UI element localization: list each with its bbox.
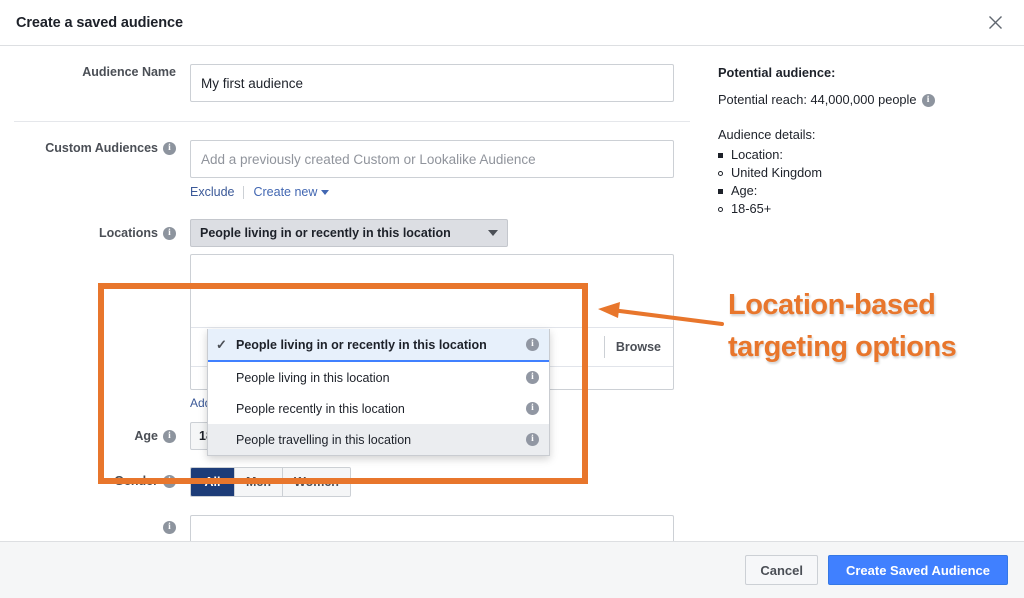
dropdown-option-travelling-in[interactable]: People travelling in this location i: [208, 424, 549, 455]
gender-option-men[interactable]: Men: [235, 468, 283, 496]
dialog-footer: Cancel Create Saved Audience: [0, 541, 1024, 598]
detail-text: United Kingdom: [731, 165, 823, 180]
audience-name-label: Audience Name: [82, 65, 176, 79]
gender-label-text: Gender: [114, 474, 158, 488]
dropdown-option-label: People recently in this location: [236, 401, 405, 416]
potential-audience-summary: Potential audience: Potential reach: 44,…: [718, 64, 1018, 218]
summary-heading: Potential audience:: [718, 65, 836, 80]
dropdown-option-label: People living in or recently in this loc…: [236, 337, 487, 352]
gender-label: Gender i: [0, 467, 190, 489]
locations-label: Locations i: [0, 219, 190, 241]
custom-audiences-input[interactable]: Add a previously created Custom or Looka…: [190, 140, 674, 178]
cancel-button[interactable]: Cancel: [745, 555, 818, 585]
gender-option-women[interactable]: Women: [283, 468, 350, 496]
gender-option-all[interactable]: All: [191, 468, 235, 496]
dropdown-option-living-in[interactable]: People living in this location i: [208, 362, 549, 393]
locations-label-text: Locations: [98, 226, 158, 240]
create-new-link[interactable]: Create new: [253, 185, 330, 199]
age-label: Age i: [0, 422, 190, 444]
audience-name-input[interactable]: My first audience: [190, 64, 674, 102]
audience-name-row: Audience Name My first audience: [0, 64, 704, 102]
link-separator: [243, 185, 245, 199]
dropdown-option-label: People living in this location: [236, 370, 390, 385]
chevron-down-icon: [321, 190, 330, 196]
bullet-circle-icon: [718, 206, 723, 212]
chevron-down-icon: [488, 230, 498, 236]
info-icon[interactable]: i: [163, 521, 176, 534]
dropdown-option-label: People travelling in this location: [236, 432, 412, 447]
page-title: Create a saved audience: [16, 14, 183, 31]
dialog-header: Create a saved audience: [0, 0, 1024, 46]
bullet-square-icon: [718, 152, 723, 158]
next-field-input[interactable]: [190, 515, 674, 541]
annotation-line-2: targeting options: [728, 331, 957, 363]
potential-reach-text: Potential reach: 44,000,000 people: [718, 92, 917, 107]
browse-button[interactable]: Browse: [603, 336, 673, 358]
info-icon[interactable]: i: [921, 93, 935, 107]
close-icon[interactable]: [982, 10, 1008, 36]
dialog-body: Audience Name My first audience Custom A…: [0, 46, 1024, 541]
list-item: United Kingdom: [718, 164, 1018, 182]
info-icon[interactable]: i: [163, 429, 176, 443]
potential-reach: Potential reach: 44,000,000 people i: [718, 91, 1018, 109]
gender-row: Gender i All Men Women: [0, 467, 704, 497]
detail-text: 18-65+: [731, 201, 772, 216]
list-item: Age:: [718, 182, 1018, 200]
info-icon[interactable]: i: [526, 338, 539, 351]
check-icon: ✓: [216, 337, 227, 352]
location-type-dropdown-menu: ✓ People living in or recently in this l…: [207, 329, 550, 456]
custom-audiences-row: Custom Audiences i Add a previously crea…: [0, 140, 704, 199]
bullet-square-icon: [718, 188, 723, 194]
info-icon[interactable]: i: [526, 402, 539, 415]
next-field-label: i: [0, 515, 190, 534]
location-type-value: People living in or recently in this loc…: [200, 226, 451, 240]
dropdown-option-recently-in[interactable]: People recently in this location i: [208, 393, 549, 424]
age-label-text: Age: [134, 429, 158, 443]
location-type-select[interactable]: People living in or recently in this loc…: [190, 219, 508, 247]
list-item: Location:: [718, 146, 1018, 164]
audience-details-heading: Audience details:: [718, 127, 816, 142]
form-column: Audience Name My first audience Custom A…: [0, 46, 704, 541]
audience-details-list: Location: United Kingdom Age: 18-65+: [718, 146, 1018, 218]
custom-audiences-label: Custom Audiences i: [0, 140, 190, 156]
dropdown-option-living-or-recently[interactable]: ✓ People living in or recently in this l…: [208, 329, 549, 362]
custom-audiences-label-text: Custom Audiences: [45, 141, 158, 155]
detail-text: Age:: [731, 183, 758, 198]
gender-segmented-control: All Men Women: [190, 467, 351, 497]
info-icon[interactable]: i: [163, 226, 176, 240]
list-item: 18-65+: [718, 200, 1018, 218]
divider-1: [14, 121, 690, 122]
info-icon[interactable]: i: [163, 474, 176, 488]
create-saved-audience-dialog: Create a saved audience Audience Name My…: [0, 0, 1024, 598]
info-icon[interactable]: i: [163, 141, 176, 155]
annotation-line-1: Location-based: [728, 289, 936, 321]
bullet-circle-icon: [718, 170, 723, 176]
info-icon[interactable]: i: [526, 371, 539, 384]
custom-audiences-links: Exclude Create new: [190, 185, 704, 199]
create-saved-audience-button[interactable]: Create Saved Audience: [827, 555, 1008, 585]
info-icon[interactable]: i: [526, 433, 539, 446]
annotation-text: Location-based targeting options: [728, 284, 1018, 368]
exclude-link[interactable]: Exclude: [190, 185, 234, 199]
next-field-row: i: [0, 515, 704, 541]
detail-text: Location:: [731, 147, 783, 162]
annotation-arrow-icon: [598, 298, 724, 332]
